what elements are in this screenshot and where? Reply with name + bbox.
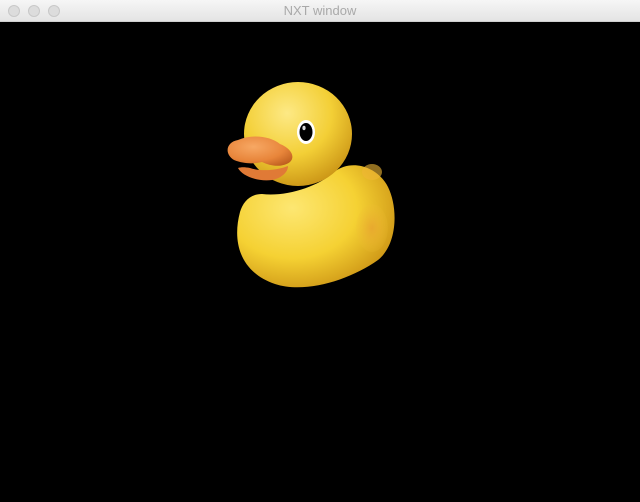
window-titlebar[interactable]: NXT window xyxy=(0,0,640,22)
rubber-duck-render xyxy=(227,82,395,288)
window-title: NXT window xyxy=(283,3,357,18)
app-window: NXT window xyxy=(0,0,640,502)
duck-eye xyxy=(297,120,315,144)
render-viewport[interactable] xyxy=(0,22,640,502)
